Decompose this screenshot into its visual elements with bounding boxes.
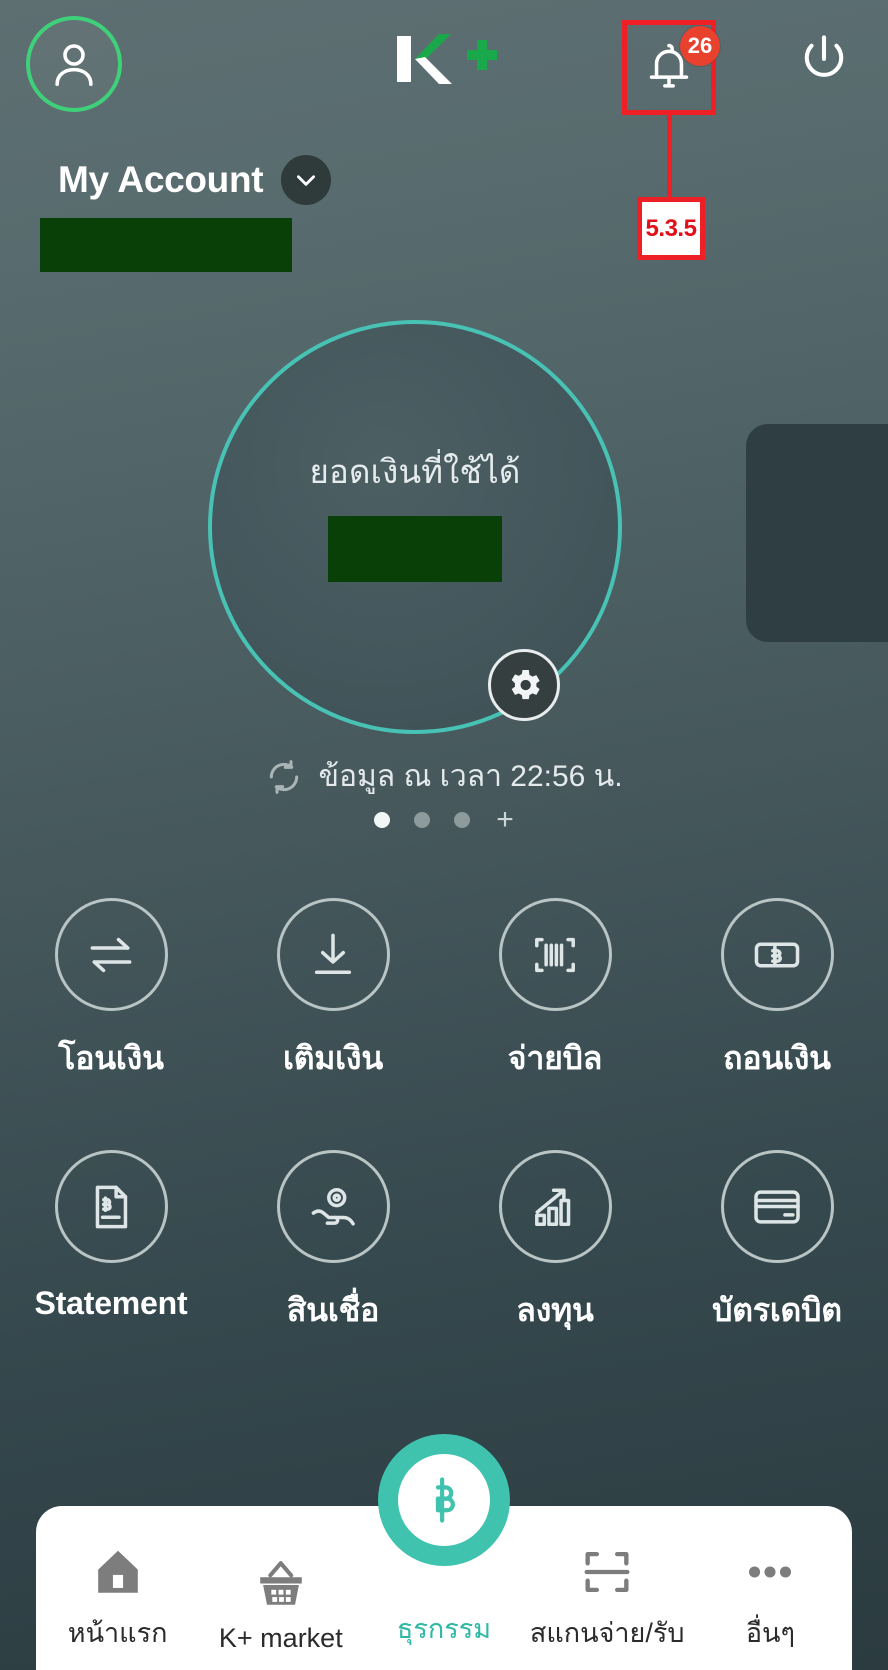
document-baht-icon-container [54,1150,168,1263]
action-debit-card[interactable]: บัตรเดบิต [666,1150,888,1336]
timestamp-text: ข้อมูล ณ เวลา 22:56 น. [318,760,623,793]
growth-chart-icon [535,1187,571,1226]
account-name: My Account [58,159,264,200]
transfer-icon-container [54,898,168,1011]
logout-button[interactable] [798,32,850,88]
gear-icon [511,670,540,700]
barcode-icon [535,937,575,972]
user-icon [55,44,93,87]
action-paybill[interactable]: จ่ายบิล [444,898,666,1084]
nav-item-transactions[interactable] [378,1434,510,1566]
action-invest[interactable]: ลงทุน [444,1150,666,1336]
action-label: โอนเงิน [58,1040,164,1076]
balance-amount-redacted [328,515,502,582]
document-baht-icon [95,1185,128,1228]
action-label: สินเชื่อ [286,1292,380,1328]
banknote-baht-icon [754,942,800,967]
top-bar: 26 [0,0,888,120]
notification-button[interactable]: 26 [622,20,720,115]
nav-label: K+ market [218,1623,343,1653]
nav-item-home[interactable]: หน้าแรก [36,1543,199,1654]
balance-settings-button[interactable] [488,649,560,721]
scan-icon-container [578,1543,636,1601]
action-loan[interactable]: สินเชื่อ [222,1150,444,1336]
action-topup[interactable]: เติมเงิน [222,898,444,1084]
app-screen: 26 5.3.5 My Account ยอดเงินที่ใช้ได้ ข้อ… [0,0,888,1670]
barcode-icon-container [498,898,612,1011]
account-pager[interactable]: + [0,805,888,835]
nav-label: อื่นๆ [745,1618,795,1648]
next-account-card-peek[interactable] [746,424,888,642]
growth-chart-icon-container [498,1150,612,1263]
nav-item-kplus-market[interactable]: K+ market [199,1555,362,1654]
transfer-icon [90,937,132,972]
kplus-logo-icon [397,34,497,84]
notification-badge: 26 [680,26,720,66]
power-icon [804,35,844,77]
basket-icon-container [252,1555,310,1613]
refresh-icon-container[interactable] [265,758,303,796]
nav-label: สแกนจ่าย/รับ [529,1618,685,1648]
action-label: Statement [34,1285,188,1321]
action-label: บัตรเดบิต [712,1292,842,1328]
pager-add-button[interactable]: + [496,805,514,835]
deposit-icon-container [276,898,390,1011]
basket-icon [260,1561,302,1605]
quick-actions-grid: โอนเงิน เติมเงิน จ่ายบิล ถอนเงิน Stateme… [0,898,888,1336]
chevron-down-icon [297,175,316,186]
version-annotation-label: 5.3.5 [637,197,705,260]
brand-logo [379,28,509,90]
refresh-icon [270,759,299,794]
action-label: ลงทุน [516,1292,594,1328]
balance-label: ยอดเงินที่ใช้ได้ [309,452,521,490]
avatar[interactable] [26,16,122,112]
more-dots-icon-container [741,1543,799,1601]
data-timestamp-row[interactable]: ข้อมูล ณ เวลา 22:56 น. [0,753,888,800]
action-withdraw[interactable]: ถอนเงิน [666,898,888,1084]
hand-coin-icon [311,1187,355,1226]
home-icon [97,1550,138,1593]
deposit-icon [314,933,352,974]
home-icon-container [89,1543,147,1601]
balance-dial[interactable]: ยอดเงินที่ใช้ได้ [208,320,622,734]
action-label: จ่ายบิล [507,1040,603,1076]
action-label: เติมเงิน [282,1040,384,1076]
nav-label: หน้าแรก [67,1618,168,1648]
baht-circle-icon-container [398,1454,490,1546]
hand-coin-icon-container [276,1150,390,1263]
pager-dot-3[interactable] [454,812,471,828]
action-transfer[interactable]: โอนเงิน [0,898,222,1084]
account-chevron-button[interactable] [281,155,332,205]
banknote-baht-icon-container [720,898,834,1011]
action-label: ถอนเงิน [723,1040,831,1076]
nav-label-transactions: ธุรกรรม [396,1614,492,1644]
more-dots-icon [749,1566,792,1578]
account-number-redacted [40,218,292,272]
pager-dot-2[interactable] [414,812,431,828]
account-selector[interactable]: My Account [0,155,888,205]
baht-circle-icon [435,1477,455,1523]
nav-item-more[interactable]: อื่นๆ [689,1543,852,1654]
nav-item-scan[interactable]: สแกนจ่าย/รับ [526,1543,689,1654]
action-statement[interactable]: Statement [0,1150,222,1336]
credit-card-icon-container [720,1150,834,1263]
pager-dot-1[interactable] [374,812,391,828]
credit-card-icon [754,1189,800,1224]
scan-icon [584,1551,630,1593]
